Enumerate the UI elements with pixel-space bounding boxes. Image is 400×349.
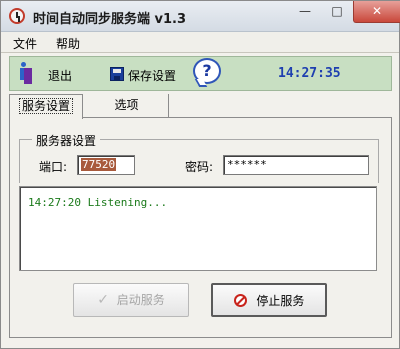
- help-icon[interactable]: ?: [193, 58, 221, 84]
- exit-door-icon: [20, 62, 34, 84]
- exit-label: 退出: [48, 69, 73, 83]
- checkmark-icon: ✓: [97, 292, 109, 308]
- exit-button[interactable]: 退出: [10, 57, 90, 90]
- stop-service-button[interactable]: 停止服务: [211, 283, 327, 317]
- password-input[interactable]: ******: [223, 155, 369, 175]
- minimize-button[interactable]: —: [289, 1, 321, 22]
- app-window: 时间自动同步服务端 v1.3 — □ ✕ 文件 帮助 退出 保存设置 ? 14:…: [0, 0, 400, 349]
- password-label: 密码:: [185, 160, 214, 174]
- port-label: 端口:: [39, 160, 68, 174]
- port-value: 77520: [81, 158, 117, 171]
- start-service-label: 启动服务: [116, 293, 165, 307]
- port-input[interactable]: 77520: [77, 155, 135, 175]
- save-settings-button[interactable]: 保存设置: [100, 57, 180, 90]
- close-button[interactable]: ✕: [353, 1, 400, 23]
- floppy-disk-icon: [110, 67, 124, 81]
- start-service-button[interactable]: ✓ 启动服务: [73, 283, 189, 317]
- menu-bar: 文件 帮助: [1, 32, 399, 53]
- title-bar[interactable]: 时间自动同步服务端 v1.3 — □ ✕: [1, 1, 400, 32]
- menu-help[interactable]: 帮助: [56, 35, 80, 52]
- save-settings-label: 保存设置: [128, 69, 177, 83]
- clock-app-icon: [9, 8, 25, 24]
- log-line: 14:27:20 Listening...: [28, 196, 168, 209]
- menu-file[interactable]: 文件: [13, 35, 37, 52]
- tab-service-settings[interactable]: 服务设置: [9, 94, 83, 119]
- window-title: 时间自动同步服务端 v1.3: [33, 12, 187, 27]
- toolbar: 退出 保存设置 ? 14:27:35: [9, 56, 392, 91]
- server-settings-legend: 服务器设置: [32, 132, 101, 149]
- maximize-button[interactable]: □: [321, 1, 353, 22]
- stop-service-label: 停止服务: [256, 294, 305, 308]
- stop-icon: [233, 294, 247, 307]
- current-time: 14:27:35: [278, 66, 341, 81]
- log-output[interactable]: 14:27:20 Listening...: [19, 186, 377, 271]
- tab-options-label: 选项: [114, 98, 139, 112]
- tab-service-settings-label: 服务设置: [18, 98, 73, 114]
- tab-options[interactable]: 选项: [85, 94, 169, 117]
